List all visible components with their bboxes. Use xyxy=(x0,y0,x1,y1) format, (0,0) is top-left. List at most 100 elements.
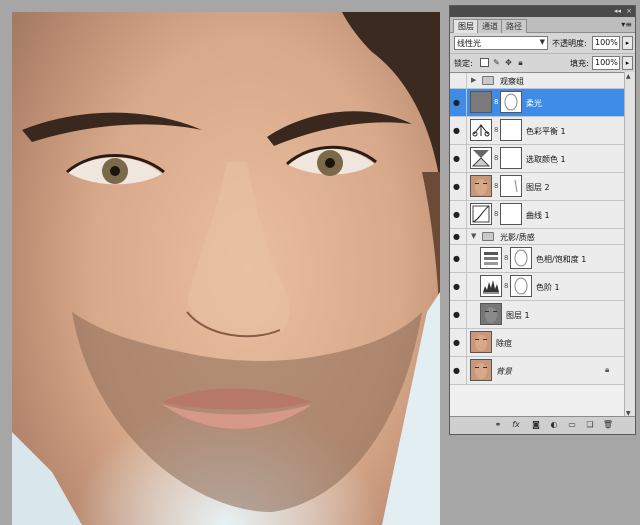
visibility-toggle[interactable]: ● xyxy=(450,201,467,228)
visibility-toggle[interactable]: ● xyxy=(450,273,467,300)
layer-thumbnail xyxy=(480,303,502,325)
layer-thumbnail xyxy=(470,91,492,113)
eye-icon: ● xyxy=(453,309,460,319)
layers-scrollbar[interactable]: ▲ ▼ xyxy=(624,72,635,418)
layer-row-levels[interactable]: ● 8 色阶 1 xyxy=(450,273,626,301)
fx-icon[interactable]: fx xyxy=(510,420,522,429)
visibility-toggle[interactable]: ● xyxy=(450,329,467,356)
eye-icon: ● xyxy=(453,181,460,191)
layer-mask-thumbnail xyxy=(500,119,522,141)
layer-mask-thumbnail xyxy=(500,91,522,113)
visibility-toggle[interactable]: ● xyxy=(450,245,467,272)
visibility-toggle[interactable]: ● xyxy=(450,117,467,144)
link-layers-icon[interactable]: ⚭ xyxy=(492,420,504,429)
visibility-toggle[interactable] xyxy=(450,73,467,88)
color-balance-icon xyxy=(470,119,492,141)
collapse-icon[interactable]: ◂◂ xyxy=(614,7,621,15)
layer-row-blemish[interactable]: ● 除痘 xyxy=(450,329,626,357)
eye-icon: ● xyxy=(453,209,460,219)
layer-row-layer-2[interactable]: ● 8 图层 2 xyxy=(450,173,626,201)
delete-icon[interactable]: 🗑︎ xyxy=(602,420,614,429)
layer-row-layer-1[interactable]: ● 图层 1 xyxy=(450,301,626,329)
layer-thumbnail xyxy=(470,175,492,197)
tab-layers[interactable]: 图层 xyxy=(453,19,479,33)
layer-row-hue-saturation[interactable]: ● 8 色相/饱和度 1 xyxy=(450,245,626,273)
eye-icon: ● xyxy=(453,97,460,107)
layer-row-curves[interactable]: ● 8 曲线 1 xyxy=(450,201,626,229)
tab-channels[interactable]: 通道 xyxy=(477,19,503,33)
link-icon: 8 xyxy=(504,254,509,262)
collapse-arrow-icon[interactable]: ▼ xyxy=(471,232,476,240)
blend-mode-value: 线性光 xyxy=(457,39,481,48)
lock-transparency-icon[interactable] xyxy=(480,58,489,67)
layers-list: ▶ 观察组 ● 8 柔光 ● 8 色彩平衡 1 ● 8 选取颜色 1 ● 8 图… xyxy=(450,72,626,418)
eye-icon: ● xyxy=(453,231,460,241)
layer-row-color-balance[interactable]: ● 8 色彩平衡 1 xyxy=(450,117,626,145)
visibility-toggle[interactable]: ● xyxy=(450,89,467,116)
eye-icon: ● xyxy=(453,365,460,375)
opacity-slider-button[interactable]: ▸ xyxy=(622,36,633,50)
visibility-toggle[interactable]: ● xyxy=(450,145,467,172)
fill-input[interactable]: 100% xyxy=(592,56,620,70)
link-icon: 8 xyxy=(504,282,509,290)
eye-icon: ● xyxy=(453,125,460,135)
new-adjustment-icon[interactable]: ◐ xyxy=(548,420,560,429)
layer-name: 观察组 xyxy=(500,77,524,86)
add-mask-icon[interactable]: ◙ xyxy=(530,420,542,429)
layer-row-soft-light[interactable]: ● 8 柔光 xyxy=(450,89,626,117)
layer-mask-thumbnail xyxy=(500,147,522,169)
fill-slider-button[interactable]: ▸ xyxy=(622,56,633,70)
curves-icon xyxy=(470,203,492,225)
panel-menu-icon[interactable]: ▾≡ xyxy=(621,20,632,29)
layer-mask-thumbnail xyxy=(500,203,522,225)
blend-mode-select[interactable]: 线性光 ▼ xyxy=(454,36,548,50)
layer-row-background[interactable]: ● 背景 🔒︎ xyxy=(450,357,626,385)
layer-thumbnail xyxy=(470,331,492,353)
folder-icon xyxy=(482,76,494,85)
layer-name: 柔光 xyxy=(526,99,542,108)
lock-position-icon[interactable]: ✥ xyxy=(504,58,513,67)
layer-thumbnail xyxy=(470,359,492,381)
document-canvas[interactable] xyxy=(12,12,440,525)
portrait-photo xyxy=(12,12,440,525)
blend-row: 线性光 ▼ 不透明度: 100% ▸ xyxy=(450,34,635,52)
lock-all-icon[interactable]: 🔒︎ xyxy=(516,58,525,67)
layer-mask-thumbnail xyxy=(510,247,532,269)
layer-row-selective-color[interactable]: ● 8 选取颜色 1 xyxy=(450,145,626,173)
link-icon: 8 xyxy=(494,210,499,218)
hue-saturation-icon xyxy=(480,247,502,269)
opacity-label: 不透明度: xyxy=(552,39,587,48)
folder-icon xyxy=(482,232,494,241)
lock-pixels-icon[interactable]: ✎ xyxy=(492,58,501,67)
layer-name: 色相/饱和度 1 xyxy=(536,255,587,264)
layer-row-group-observe[interactable]: ▶ 观察组 xyxy=(450,73,626,89)
layer-name: 除痘 xyxy=(496,339,512,348)
visibility-toggle[interactable]: ● xyxy=(450,301,467,328)
layer-name: 图层 1 xyxy=(506,311,530,320)
layer-name: 色阶 1 xyxy=(536,283,560,292)
layer-row-group-light-texture[interactable]: ● ▼ 光影/质感 xyxy=(450,229,626,245)
visibility-toggle[interactable]: ● xyxy=(450,173,467,200)
scroll-up-icon[interactable]: ▲ xyxy=(626,73,631,80)
expand-arrow-icon[interactable]: ▶ xyxy=(471,76,476,84)
layer-name: 选取颜色 1 xyxy=(526,155,566,164)
chevron-down-icon: ▼ xyxy=(539,38,545,46)
tab-paths[interactable]: 路径 xyxy=(501,19,527,33)
visibility-toggle[interactable]: ● xyxy=(450,357,467,384)
link-icon: 8 xyxy=(494,98,499,106)
layers-panel: ◂◂ × 图层 通道 路径 ▾≡ 线性光 ▼ 不透明度: 100% ▸ 锁定: … xyxy=(449,5,636,435)
visibility-toggle[interactable]: ● xyxy=(450,229,467,244)
eye-icon: ● xyxy=(453,253,460,263)
fill-label: 填充: xyxy=(570,59,589,68)
layer-name: 曲线 1 xyxy=(526,211,550,220)
link-icon: 8 xyxy=(494,154,499,162)
opacity-input[interactable]: 100% xyxy=(592,36,620,50)
new-layer-icon[interactable]: ❏ xyxy=(584,420,596,429)
close-icon[interactable]: × xyxy=(626,7,632,15)
photoshop-workspace: ◂◂ × 图层 通道 路径 ▾≡ 线性光 ▼ 不透明度: 100% ▸ 锁定: … xyxy=(0,0,640,525)
new-group-icon[interactable]: ▭ xyxy=(566,420,578,429)
layer-mask-thumbnail xyxy=(500,175,522,197)
eye-icon: ● xyxy=(453,153,460,163)
panel-title-bar[interactable]: ◂◂ × xyxy=(450,6,635,17)
lock-icon: 🔒︎ xyxy=(605,365,610,374)
